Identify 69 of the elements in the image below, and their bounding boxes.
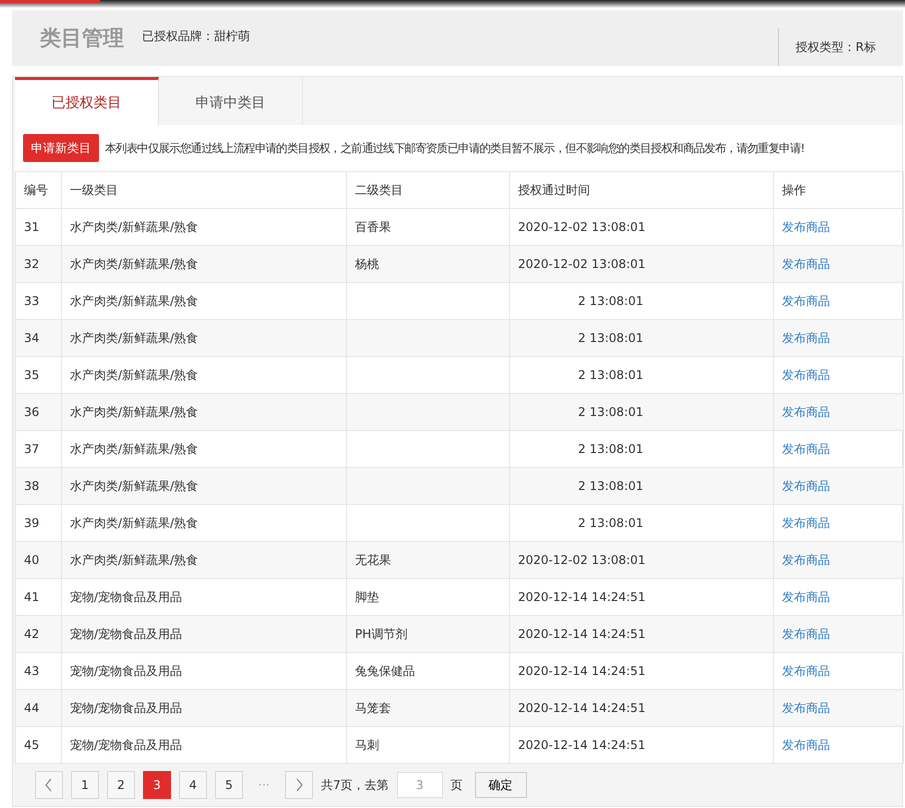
table-cell: 无花果: [346, 542, 510, 578]
page-unit-label: 页: [450, 776, 463, 794]
column-header: 二级类目: [346, 172, 510, 208]
page-title: 类目管理: [40, 25, 124, 52]
table-cell: 水产肉类/新鲜蔬果/熟食: [62, 542, 346, 578]
table-cell: 40: [16, 542, 62, 578]
table-cell: 2 13:08:01: [510, 320, 774, 356]
column-header: 编号: [16, 172, 62, 208]
table-cell: 44: [16, 690, 62, 726]
publish-link[interactable]: 发布商品: [782, 256, 830, 270]
table-cell: 水产肉类/新鲜蔬果/熟食: [62, 320, 346, 356]
page-button[interactable]: 4: [179, 771, 207, 799]
table-cell: 宠物/宠物食品及用品: [62, 726, 346, 764]
publish-link[interactable]: 发布商品: [782, 220, 830, 234]
ellipsis: ···: [257, 778, 271, 792]
next-page-button[interactable]: [285, 771, 313, 799]
table-cell: 水产肉类/新鲜蔬果/熟食: [62, 246, 346, 282]
table-cell: 42: [16, 616, 62, 652]
table-cell: 马笼套: [346, 690, 510, 726]
publish-link[interactable]: 发布商品: [782, 330, 830, 344]
table-cell: 34: [16, 320, 62, 356]
table-cell: 2 13:08:01: [510, 468, 774, 504]
table-cell: 杨桃: [346, 246, 510, 282]
table-cell: 2020-12-02 13:08:01: [510, 246, 774, 282]
previous-page-button[interactable]: [35, 771, 63, 799]
table-cell: 45: [16, 726, 62, 764]
page-button[interactable]: 3: [143, 771, 171, 799]
table-cell: PH调节剂: [346, 616, 510, 652]
column-header: 一级类目: [62, 172, 346, 208]
publish-link[interactable]: 发布商品: [782, 700, 830, 714]
chevron-left-icon: [44, 778, 54, 792]
page-input[interactable]: 3: [396, 772, 443, 798]
publish-link[interactable]: 发布商品: [782, 404, 830, 418]
table-cell: 36: [16, 394, 62, 430]
table-cell: 38: [16, 468, 62, 504]
page-button[interactable]: 5: [215, 771, 243, 799]
brand-label: 已授权品牌：甜柠萌: [142, 28, 250, 44]
table-cell: 2020-12-14 14:24:51: [510, 690, 774, 726]
column-header: 授权通过时间: [510, 172, 774, 208]
table-cell: 宠物/宠物食品及用品: [62, 690, 346, 726]
table-cell: 水产肉类/新鲜蔬果/熟食: [62, 394, 346, 430]
notice-text: 本列表中仅展示您通过线上流程申请的类目授权，之前通过线下邮寄资质已申请的类目暂不展示，但不影响您的类目授权和商品发布，请勿重复申请!: [105, 140, 805, 156]
total-pages-label: 共7页，去第: [321, 776, 389, 794]
publish-link[interactable]: 发布商品: [782, 664, 830, 678]
table-cell: 32: [16, 246, 62, 282]
publish-link[interactable]: 发布商品: [782, 478, 830, 492]
publish-link[interactable]: 发布商品: [782, 738, 830, 752]
publish-link[interactable]: 发布商品: [782, 442, 830, 456]
tab[interactable]: 已授权类目: [15, 77, 159, 125]
page-button[interactable]: 2: [107, 771, 135, 799]
column-header: 操作: [774, 172, 904, 208]
publish-link[interactable]: 发布商品: [782, 368, 830, 382]
page-button[interactable]: 1: [71, 771, 99, 799]
publish-link[interactable]: 发布商品: [782, 626, 830, 640]
table-cell: 宠物/宠物食品及用品: [62, 616, 346, 652]
auth-type-label: 授权类型：R标: [778, 28, 903, 66]
publish-link[interactable]: 发布商品: [782, 590, 830, 604]
publish-link[interactable]: 发布商品: [782, 516, 830, 530]
publish-link[interactable]: 发布商品: [782, 552, 830, 566]
table-cell: 2020-12-14 14:24:51: [510, 726, 774, 764]
table-cell: 2020-12-14 14:24:51: [510, 616, 774, 652]
apply-button[interactable]: 申请新类目: [23, 134, 99, 162]
confirm-button[interactable]: 确定: [474, 772, 527, 798]
chevron-right-icon: [294, 778, 304, 792]
table-cell: 水产肉类/新鲜蔬果/熟食: [62, 468, 346, 504]
table-cell: 2020-12-02 13:08:01: [510, 542, 774, 578]
table-cell: 2 13:08:01: [510, 394, 774, 430]
table-cell: 马刺: [346, 726, 510, 764]
publish-link[interactable]: 发布商品: [782, 294, 830, 308]
